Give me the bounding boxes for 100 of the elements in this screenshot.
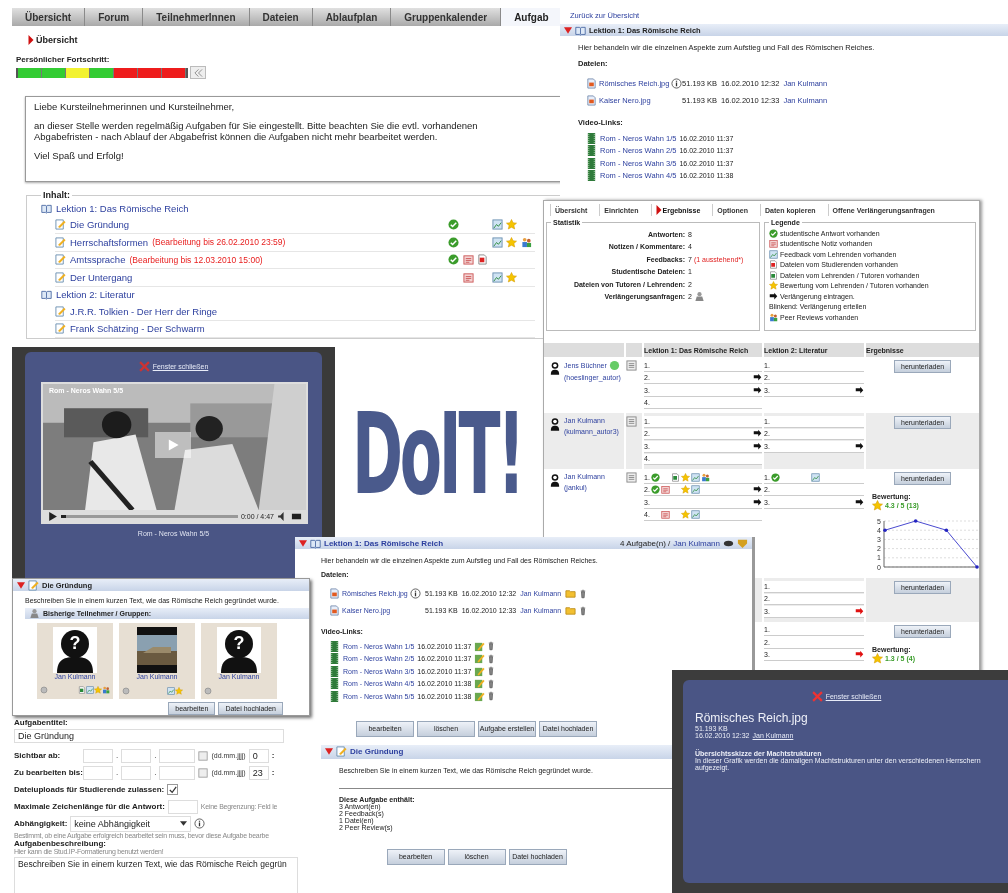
dependency-dropdown[interactable]: keine Abhängigkeit bbox=[70, 815, 191, 832]
calendar-icon[interactable] bbox=[198, 749, 209, 762]
task-count: 4 Aufgabe(n) / bbox=[620, 538, 671, 548]
field-label: Maximale Zeichenlänge für die Antwort: bbox=[14, 802, 165, 811]
tab[interactable]: Ablaufplan bbox=[312, 8, 392, 26]
year-field[interactable] bbox=[159, 748, 196, 763]
day-field[interactable] bbox=[83, 765, 113, 780]
data-point bbox=[944, 528, 949, 532]
task-link[interactable]: J.R.R. Tolkien - Der Herr der Ringe bbox=[70, 305, 218, 317]
trash-icon[interactable] bbox=[580, 605, 587, 616]
tab[interactable]: Übersicht bbox=[12, 8, 86, 26]
star-icon bbox=[872, 652, 883, 664]
field-label: Zu bearbeiten bis: bbox=[14, 768, 80, 777]
person-icon bbox=[29, 608, 40, 619]
play-icon bbox=[166, 438, 180, 452]
note-icon bbox=[769, 239, 778, 249]
edit-icon[interactable] bbox=[474, 690, 486, 702]
lesson-link[interactable]: Lektion 2: Literatur bbox=[56, 289, 135, 301]
trash-icon[interactable] bbox=[488, 691, 495, 702]
close-icon[interactable] bbox=[138, 361, 150, 372]
caret-icon bbox=[179, 821, 187, 826]
time-separator: : bbox=[271, 768, 275, 777]
lesson-title[interactable]: Lektion 1: Das Römische Reich bbox=[324, 538, 444, 548]
author-link[interactable]: Jan Kulmann bbox=[673, 538, 720, 548]
image-file-icon bbox=[329, 588, 340, 599]
task-link[interactable]: Der Untergang bbox=[70, 271, 133, 283]
breadcrumb-link[interactable]: Übersicht bbox=[36, 35, 78, 45]
uploads-checkbox[interactable] bbox=[167, 784, 179, 795]
collapse-icon[interactable] bbox=[564, 26, 572, 34]
page-icon bbox=[336, 746, 347, 757]
tab[interactable]: TeilnehmerInnen bbox=[143, 8, 250, 26]
field-label: Sichtbar ab: bbox=[14, 751, 62, 760]
task-link[interactable]: Amtssprache bbox=[70, 254, 126, 266]
info-icon[interactable] bbox=[409, 588, 421, 599]
tab[interactable]: Aufgab bbox=[501, 8, 560, 26]
year-field[interactable] bbox=[159, 765, 196, 780]
edit-icon[interactable] bbox=[474, 653, 486, 665]
edit-icon[interactable] bbox=[474, 640, 486, 652]
file-icon bbox=[769, 270, 778, 280]
welcome-text: Liebe Kursteilnehmerinnen und Kursteilnehmer, bbox=[34, 101, 236, 112]
folder-icon[interactable] bbox=[565, 588, 577, 599]
title-field[interactable]: Die Gründung bbox=[14, 729, 284, 743]
film-icon bbox=[586, 132, 597, 144]
edit-icon[interactable] bbox=[474, 678, 486, 690]
hour-field[interactable]: 23 bbox=[248, 765, 269, 780]
film-icon bbox=[586, 145, 597, 157]
lesson-link[interactable]: Lektion 1: Das Römische Reich bbox=[56, 202, 189, 214]
deadline-text: (Bearbeitung bis 26.02.2010 23:59) bbox=[152, 237, 286, 248]
max-length-field[interactable] bbox=[167, 799, 198, 814]
film-icon bbox=[329, 640, 340, 652]
image-icon bbox=[769, 249, 778, 259]
avatar-icon bbox=[550, 416, 560, 432]
field-label: Abhängigkeit: bbox=[14, 819, 68, 828]
trash-icon[interactable] bbox=[488, 641, 495, 652]
seek-bar[interactable] bbox=[61, 514, 238, 518]
collapse-button[interactable] bbox=[190, 66, 206, 79]
trash-icon[interactable] bbox=[580, 588, 587, 599]
task-link[interactable]: Herrschaftsformen bbox=[70, 236, 149, 248]
page-icon bbox=[55, 271, 66, 283]
month-field[interactable] bbox=[121, 765, 152, 780]
info-icon[interactable] bbox=[193, 818, 205, 829]
film-icon bbox=[586, 157, 597, 169]
welcome-text: an dieser Stelle werden regelmäßig Aufgaben für Sie eingestellt. Bitte beachten Sie die evtl. vorhandenen Abgabefristen - nach Ablauf der Abgabefrist können die Aufgaben nicht mehr bearbeitet werden. bbox=[34, 120, 479, 142]
file-title: Römisches Reich.jpg bbox=[695, 711, 809, 725]
trash-icon[interactable] bbox=[488, 666, 495, 677]
film-icon bbox=[586, 170, 597, 182]
description-field[interactable]: Beschreiben Sie in einem kurzen Text, wie das Römische Reich gegrün bbox=[14, 857, 298, 893]
tab[interactable]: Gruppenkalender bbox=[391, 8, 502, 26]
close-icon[interactable] bbox=[811, 691, 823, 702]
list-icon[interactable] bbox=[626, 472, 637, 483]
month-field[interactable] bbox=[121, 748, 152, 763]
collapse-icon[interactable] bbox=[325, 748, 333, 755]
task-title[interactable]: Die Gründung bbox=[350, 747, 404, 756]
page-icon bbox=[55, 219, 66, 231]
hour-field[interactable]: 0 bbox=[248, 748, 269, 763]
tab[interactable]: Dateien bbox=[249, 8, 313, 26]
chat-icon[interactable] bbox=[608, 360, 620, 371]
calendar-icon[interactable] bbox=[198, 766, 209, 779]
avatar-icon bbox=[550, 472, 560, 488]
edit-icon[interactable] bbox=[474, 665, 486, 677]
day-field[interactable] bbox=[83, 748, 113, 763]
play-icon[interactable] bbox=[47, 510, 58, 522]
task-link[interactable]: Frank Schätzing - Der Schwarm bbox=[70, 323, 205, 335]
page-icon bbox=[55, 254, 66, 266]
play-button[interactable] bbox=[155, 432, 191, 458]
person-icon[interactable] bbox=[693, 291, 705, 303]
tab[interactable]: Forum bbox=[85, 8, 144, 26]
trash-icon[interactable] bbox=[488, 678, 495, 689]
task-link[interactable]: Die Gründung bbox=[70, 219, 130, 231]
arrow-icon bbox=[28, 35, 34, 45]
progress-label: Persönlicher Fortschritt: bbox=[16, 55, 111, 64]
list-icon[interactable] bbox=[626, 360, 637, 371]
trash-icon[interactable] bbox=[488, 653, 495, 664]
collapse-icon[interactable] bbox=[299, 539, 307, 547]
arrow-icon bbox=[655, 205, 662, 215]
folder-icon[interactable] bbox=[565, 605, 577, 616]
star-icon bbox=[872, 500, 883, 511]
list-icon[interactable] bbox=[626, 416, 637, 427]
book-icon bbox=[575, 24, 586, 36]
info-icon[interactable] bbox=[671, 78, 683, 89]
